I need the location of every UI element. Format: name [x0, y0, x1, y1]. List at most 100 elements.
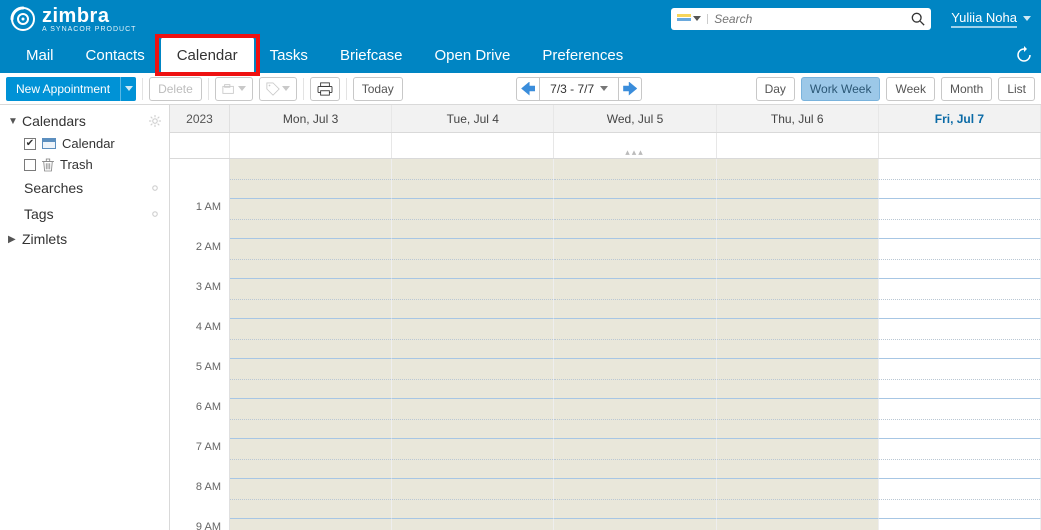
refresh-button[interactable]: [1007, 37, 1041, 73]
time-cell[interactable]: [879, 199, 1041, 239]
hour-row: [170, 159, 1041, 199]
time-cell[interactable]: [392, 479, 554, 519]
time-cell[interactable]: [879, 399, 1041, 439]
hour-label: 6 AM: [170, 399, 230, 439]
time-cell[interactable]: [392, 279, 554, 319]
day-header[interactable]: Tue, Jul 4: [392, 105, 554, 132]
view-month-button[interactable]: Month: [941, 77, 992, 101]
time-cell[interactable]: [879, 279, 1041, 319]
time-cell[interactable]: [230, 359, 392, 399]
sidebar-calendars-header[interactable]: ▼ Calendars: [0, 109, 169, 133]
time-cell[interactable]: [230, 519, 392, 530]
search-icon[interactable]: [911, 12, 925, 26]
view-day-button[interactable]: Day: [756, 77, 795, 101]
time-cell[interactable]: [717, 519, 879, 530]
time-cell[interactable]: [717, 159, 879, 199]
sidebar-tags[interactable]: Tags: [0, 201, 169, 227]
time-cell[interactable]: [554, 479, 716, 519]
checkbox-icon[interactable]: [24, 159, 36, 171]
day-header-today[interactable]: Fri, Jul 7: [879, 105, 1041, 132]
time-cell[interactable]: [230, 199, 392, 239]
time-cell[interactable]: [392, 399, 554, 439]
tab-briefcase[interactable]: Briefcase: [324, 37, 419, 73]
time-cell[interactable]: [717, 199, 879, 239]
checkbox-icon[interactable]: ✔: [24, 138, 36, 150]
time-cell[interactable]: [879, 519, 1041, 530]
date-range-dropdown[interactable]: 7/3 - 7/7: [540, 77, 618, 101]
time-cell[interactable]: [230, 279, 392, 319]
day-header[interactable]: Thu, Jul 6: [717, 105, 879, 132]
prev-range-button[interactable]: [516, 77, 540, 101]
time-grid-scroll[interactable]: 1 AM2 AM3 AM4 AM5 AM6 AM7 AM8 AM9 AM: [170, 159, 1041, 530]
time-cell[interactable]: [554, 239, 716, 279]
time-cell[interactable]: [879, 239, 1041, 279]
new-appointment-button[interactable]: New Appointment: [6, 77, 136, 101]
time-cell[interactable]: [554, 159, 716, 199]
time-cell[interactable]: [879, 479, 1041, 519]
tab-contacts[interactable]: Contacts: [70, 37, 161, 73]
print-dropdown-button[interactable]: [215, 77, 253, 101]
user-menu[interactable]: Yuliia Noha: [951, 10, 1031, 28]
time-cell[interactable]: [392, 319, 554, 359]
gear-icon[interactable]: [149, 182, 161, 194]
time-cell[interactable]: [392, 359, 554, 399]
time-cell[interactable]: [230, 319, 392, 359]
view-week-button[interactable]: Week: [886, 77, 934, 101]
time-cell[interactable]: [879, 439, 1041, 479]
time-cell[interactable]: [230, 479, 392, 519]
view-list-button[interactable]: List: [998, 77, 1035, 101]
time-cell[interactable]: [717, 479, 879, 519]
time-cell[interactable]: [230, 399, 392, 439]
search-scope-dropdown[interactable]: [677, 14, 708, 24]
time-cell[interactable]: [554, 199, 716, 239]
sidebar-item-calendar[interactable]: ✔ Calendar: [0, 133, 169, 154]
sidebar-item-label: Trash: [60, 157, 93, 172]
delete-button[interactable]: Delete: [149, 77, 202, 101]
gear-icon[interactable]: [149, 115, 161, 127]
time-cell[interactable]: [392, 519, 554, 530]
search-input[interactable]: [714, 12, 911, 26]
allday-row[interactable]: ▴▴▴: [170, 133, 1041, 159]
time-cell[interactable]: [717, 279, 879, 319]
time-cell[interactable]: [717, 319, 879, 359]
time-cell[interactable]: [230, 239, 392, 279]
time-cell[interactable]: [554, 439, 716, 479]
time-cell[interactable]: [879, 319, 1041, 359]
tag-dropdown-button[interactable]: [259, 77, 297, 101]
time-cell[interactable]: [717, 359, 879, 399]
tab-opendrive[interactable]: Open Drive: [418, 37, 526, 73]
time-cell[interactable]: [717, 439, 879, 479]
time-cell[interactable]: [717, 399, 879, 439]
next-range-button[interactable]: [618, 77, 642, 101]
time-cell[interactable]: [554, 319, 716, 359]
sidebar-item-trash[interactable]: Trash: [0, 154, 169, 175]
time-cell[interactable]: [554, 279, 716, 319]
time-cell[interactable]: [717, 239, 879, 279]
time-cell[interactable]: [879, 159, 1041, 199]
time-cell[interactable]: [554, 519, 716, 530]
search-box[interactable]: [671, 8, 931, 30]
tab-tasks[interactable]: Tasks: [254, 37, 324, 73]
view-workweek-button[interactable]: Work Week: [801, 77, 881, 101]
time-cell[interactable]: [230, 439, 392, 479]
tab-calendar[interactable]: Calendar: [161, 37, 254, 73]
new-appointment-dropdown[interactable]: [120, 77, 136, 101]
time-cell[interactable]: [554, 359, 716, 399]
sidebar-zimlets-header[interactable]: ▶ Zimlets: [0, 227, 169, 251]
day-header[interactable]: Wed, Jul 5: [554, 105, 716, 132]
gear-icon[interactable]: [149, 208, 161, 220]
time-cell[interactable]: [392, 239, 554, 279]
time-cell[interactable]: [554, 399, 716, 439]
time-cell[interactable]: [879, 359, 1041, 399]
tab-preferences[interactable]: Preferences: [526, 37, 639, 73]
time-cell[interactable]: [230, 159, 392, 199]
tab-mail[interactable]: Mail: [10, 37, 70, 73]
time-cell[interactable]: [392, 439, 554, 479]
sidebar-searches[interactable]: Searches: [0, 175, 169, 201]
today-button[interactable]: Today: [353, 77, 403, 101]
time-cell[interactable]: [392, 159, 554, 199]
time-cell[interactable]: [392, 199, 554, 239]
print-button[interactable]: [310, 77, 340, 101]
day-header[interactable]: Mon, Jul 3: [230, 105, 392, 132]
expand-grip-icon[interactable]: ▴▴▴: [625, 147, 645, 158]
